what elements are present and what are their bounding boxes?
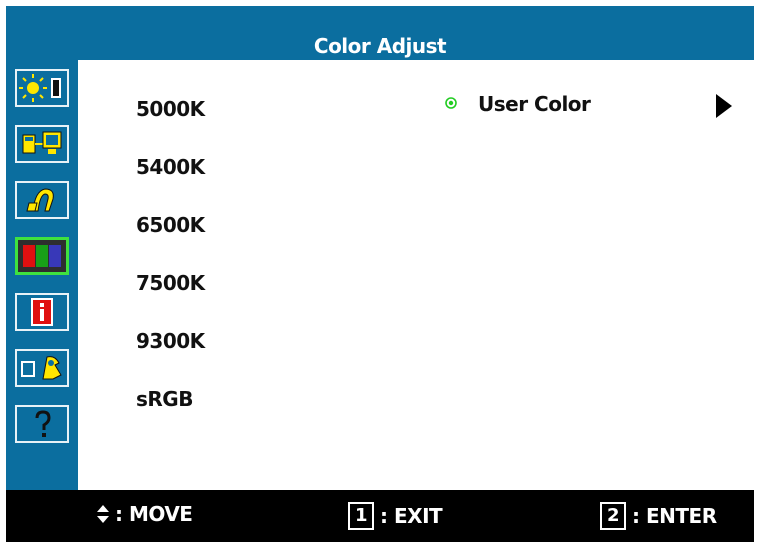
option-user-color[interactable]: User Color <box>478 92 591 116</box>
exit-hint: 1 : EXIT <box>348 502 443 530</box>
exit-key: 1 <box>348 502 375 530</box>
sidebar-item-color-adjust[interactable] <box>12 234 72 278</box>
sidebar-item-audio-adjust[interactable] <box>12 178 72 222</box>
sidebar-item-input-select[interactable] <box>12 122 72 166</box>
enter-hint: 2 : ENTER <box>600 502 717 530</box>
title-bar: Color Adjust <box>6 6 754 60</box>
information-icon <box>31 298 53 326</box>
footer-bar: : MOVE 1 : EXIT 2 : ENTER <box>6 490 754 542</box>
submenu-arrow-icon[interactable] <box>716 94 732 118</box>
color-adjust-icon <box>23 245 61 267</box>
sidebar-item-brightness-contrast[interactable] <box>12 66 72 110</box>
exit-label: : EXIT <box>380 504 443 528</box>
option-9300k[interactable]: 9300K <box>136 329 205 353</box>
enter-label: : ENTER <box>632 504 717 528</box>
menu-title: Color Adjust <box>313 34 447 58</box>
option-5400k[interactable]: 5400K <box>136 155 205 179</box>
sidebar-item-help[interactable] <box>12 402 72 446</box>
option-srgb[interactable]: sRGB <box>136 387 193 411</box>
sidebar-item-manual-image-adjust[interactable] <box>12 346 72 390</box>
osd-menu: Color Adjust <box>6 6 754 542</box>
sidebar-item-information[interactable] <box>12 290 72 334</box>
option-6500k[interactable]: 6500K <box>136 213 205 237</box>
up-down-arrow-icon <box>97 505 109 523</box>
manual-image-adjust-icon <box>21 356 62 380</box>
sidebar <box>6 60 78 490</box>
help-icon <box>35 410 51 437</box>
brightness-contrast-icon <box>19 74 61 102</box>
move-label: : MOVE <box>115 502 193 526</box>
option-7500k[interactable]: 7500K <box>136 271 205 295</box>
option-5000k[interactable]: 5000K <box>136 97 205 121</box>
audio-adjust-icon <box>26 188 54 212</box>
move-hint: : MOVE <box>96 502 193 526</box>
enter-key: 2 <box>600 502 627 530</box>
input-select-icon <box>22 131 62 154</box>
selected-radio-icon <box>445 97 457 109</box>
